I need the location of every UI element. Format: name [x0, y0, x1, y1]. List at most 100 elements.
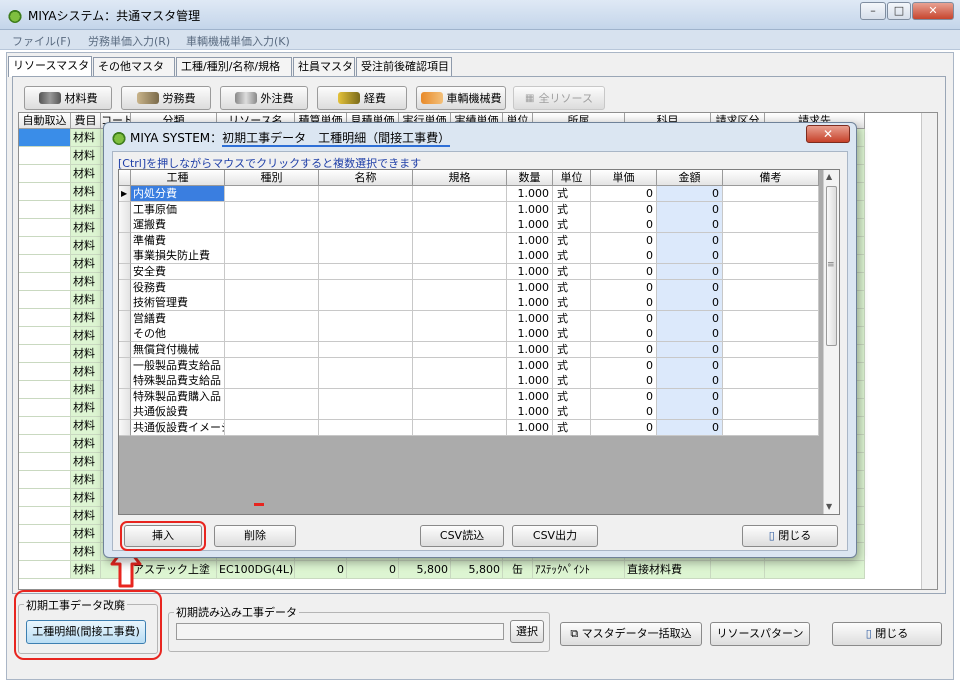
row-header[interactable]	[119, 233, 131, 249]
work-grid-cell[interactable]	[723, 248, 819, 264]
work-grid-cell[interactable]: 1.000	[507, 295, 553, 311]
work-grid-cell[interactable]	[319, 358, 413, 374]
resource-grid-cell[interactable]: 材料	[71, 147, 101, 165]
work-grid-cell[interactable]: 1.000	[507, 186, 553, 202]
work-grid-cell[interactable]: 1.000	[507, 358, 553, 374]
work-grid-cell[interactable]: 0	[657, 373, 723, 389]
row-header[interactable]	[119, 217, 131, 233]
work-grid-cell[interactable]	[319, 295, 413, 311]
work-grid-header[interactable]: 数量	[507, 170, 553, 186]
work-grid-cell[interactable]: 0	[591, 358, 657, 374]
resource-grid-cell[interactable]: 材料	[71, 327, 101, 345]
work-grid-cell[interactable]	[723, 326, 819, 342]
work-grid-cell[interactable]: 1.000	[507, 373, 553, 389]
work-grid-cell[interactable]: 役務費	[131, 280, 225, 296]
work-grid-cell[interactable]: 安全費	[131, 264, 225, 280]
resource-grid-cell[interactable]	[19, 255, 71, 273]
resource-grid-cell[interactable]	[711, 561, 765, 579]
work-grid-cell[interactable]	[723, 217, 819, 233]
resource-grid-cell[interactable]: 材料	[71, 345, 101, 363]
work-grid-cell[interactable]: 式	[553, 217, 591, 233]
work-grid-cell[interactable]: 式	[553, 233, 591, 249]
work-grid-cell[interactable]	[225, 233, 319, 249]
work-grid-header[interactable]: 備考	[723, 170, 819, 186]
work-grid-cell[interactable]: 式	[553, 404, 591, 420]
resource-grid-cell[interactable]: 材料	[71, 543, 101, 561]
scroll-up-icon[interactable]: ▲	[826, 172, 832, 181]
csv-output-button[interactable]: CSV出力	[512, 525, 598, 547]
work-grid-cell[interactable]: 一般製品費支給品	[131, 358, 225, 374]
work-grid-cell[interactable]	[225, 358, 319, 374]
work-grid-cell[interactable]: 1.000	[507, 264, 553, 280]
work-grid-cell[interactable]	[225, 326, 319, 342]
work-grid-cell[interactable]: 0	[657, 186, 723, 202]
work-grid-cell[interactable]	[319, 280, 413, 296]
work-grid-cell[interactable]: 1.000	[507, 217, 553, 233]
work-grid-cell[interactable]: 0	[591, 217, 657, 233]
work-grid-cell[interactable]: 式	[553, 248, 591, 264]
resource-grid-cell[interactable]: 0	[295, 561, 347, 579]
work-grid-cell[interactable]: 0	[657, 280, 723, 296]
work-grid-cell[interactable]: 式	[553, 358, 591, 374]
row-header[interactable]	[119, 420, 131, 436]
work-grid-cell[interactable]: 式	[553, 186, 591, 202]
work-grid-cell[interactable]: 特殊製品費購入品	[131, 389, 225, 405]
work-grid-cell[interactable]: 1.000	[507, 404, 553, 420]
work-grid-cell[interactable]	[723, 233, 819, 249]
work-grid-header[interactable]: 単位	[553, 170, 591, 186]
resource-pattern-button[interactable]: リソースパターン	[710, 622, 810, 646]
work-grid-cell[interactable]	[413, 248, 507, 264]
work-grid-cell[interactable]	[319, 311, 413, 327]
work-grid-cell[interactable]: 0	[657, 420, 723, 436]
work-grid-cell[interactable]: 1.000	[507, 202, 553, 218]
resource-grid-cell[interactable]	[19, 543, 71, 561]
bulk-import-button[interactable]: ⧉ マスタデータ一括取込	[560, 622, 702, 646]
row-header[interactable]	[119, 404, 131, 420]
work-grid-header[interactable]: 金額	[657, 170, 723, 186]
work-grid-cell[interactable]	[413, 186, 507, 202]
work-grid-cell[interactable]: 1.000	[507, 326, 553, 342]
work-grid-cell[interactable]	[319, 233, 413, 249]
work-grid-cell[interactable]	[723, 311, 819, 327]
work-grid-cell[interactable]: 0	[591, 202, 657, 218]
work-grid-cell[interactable]: 1.000	[507, 233, 553, 249]
csv-read-button[interactable]: CSV読込	[420, 525, 504, 547]
resource-grid-cell[interactable]: EC100DG(4L)ホワイ	[217, 561, 295, 579]
resource-grid-cell[interactable]	[19, 219, 71, 237]
work-grid-cell[interactable]	[225, 389, 319, 405]
work-grid-cell[interactable]: 1.000	[507, 420, 553, 436]
row-header[interactable]	[119, 358, 131, 374]
work-grid-cell[interactable]: 0	[657, 358, 723, 374]
tab-work-type[interactable]: 工種/種別/名称/規格	[176, 57, 292, 77]
tab-resource-master[interactable]: リソースマスタ	[8, 56, 92, 77]
work-grid-cell[interactable]	[723, 342, 819, 358]
resource-grid-cell[interactable]	[19, 165, 71, 183]
work-grid-cell[interactable]	[225, 342, 319, 358]
work-grid-cell[interactable]	[413, 202, 507, 218]
resource-grid-cell[interactable]	[19, 129, 71, 147]
work-grid-header[interactable]: 単価	[591, 170, 657, 186]
work-grid-cell[interactable]	[319, 389, 413, 405]
work-grid-cell[interactable]: 0	[657, 342, 723, 358]
resource-grid-cell[interactable]	[19, 237, 71, 255]
work-grid-cell[interactable]	[319, 186, 413, 202]
work-grid-cell[interactable]: 式	[553, 311, 591, 327]
work-grid-cell[interactable]	[723, 186, 819, 202]
tab-confirm-items[interactable]: 受注前後確認項目	[356, 57, 452, 77]
vehicle-machine-cost-button[interactable]: 車輌機械費	[416, 86, 506, 110]
menu-labor-price[interactable]: 労務単価入力(R)	[88, 33, 170, 49]
work-grid-cell[interactable]	[319, 342, 413, 358]
work-grid-cell[interactable]: 内処分費	[131, 186, 225, 202]
menu-vehicle-price[interactable]: 車輌機械単価入力(K)	[186, 33, 290, 49]
outsource-cost-button[interactable]: 外注費	[220, 86, 308, 110]
work-grid-cell[interactable]: 0	[657, 326, 723, 342]
work-grid-cell[interactable]: 式	[553, 373, 591, 389]
close-window-button[interactable]: ✕	[912, 2, 954, 20]
work-grid-cell[interactable]	[413, 373, 507, 389]
resource-grid-cell[interactable]: 材料	[71, 453, 101, 471]
row-header[interactable]	[119, 248, 131, 264]
resource-grid-header[interactable]: 自動取込	[19, 113, 71, 129]
work-grid-cell[interactable]: 式	[553, 280, 591, 296]
resource-grid-cell[interactable]: 5,800	[451, 561, 503, 579]
main-close-button[interactable]: ▯ 閉じる	[832, 622, 942, 646]
